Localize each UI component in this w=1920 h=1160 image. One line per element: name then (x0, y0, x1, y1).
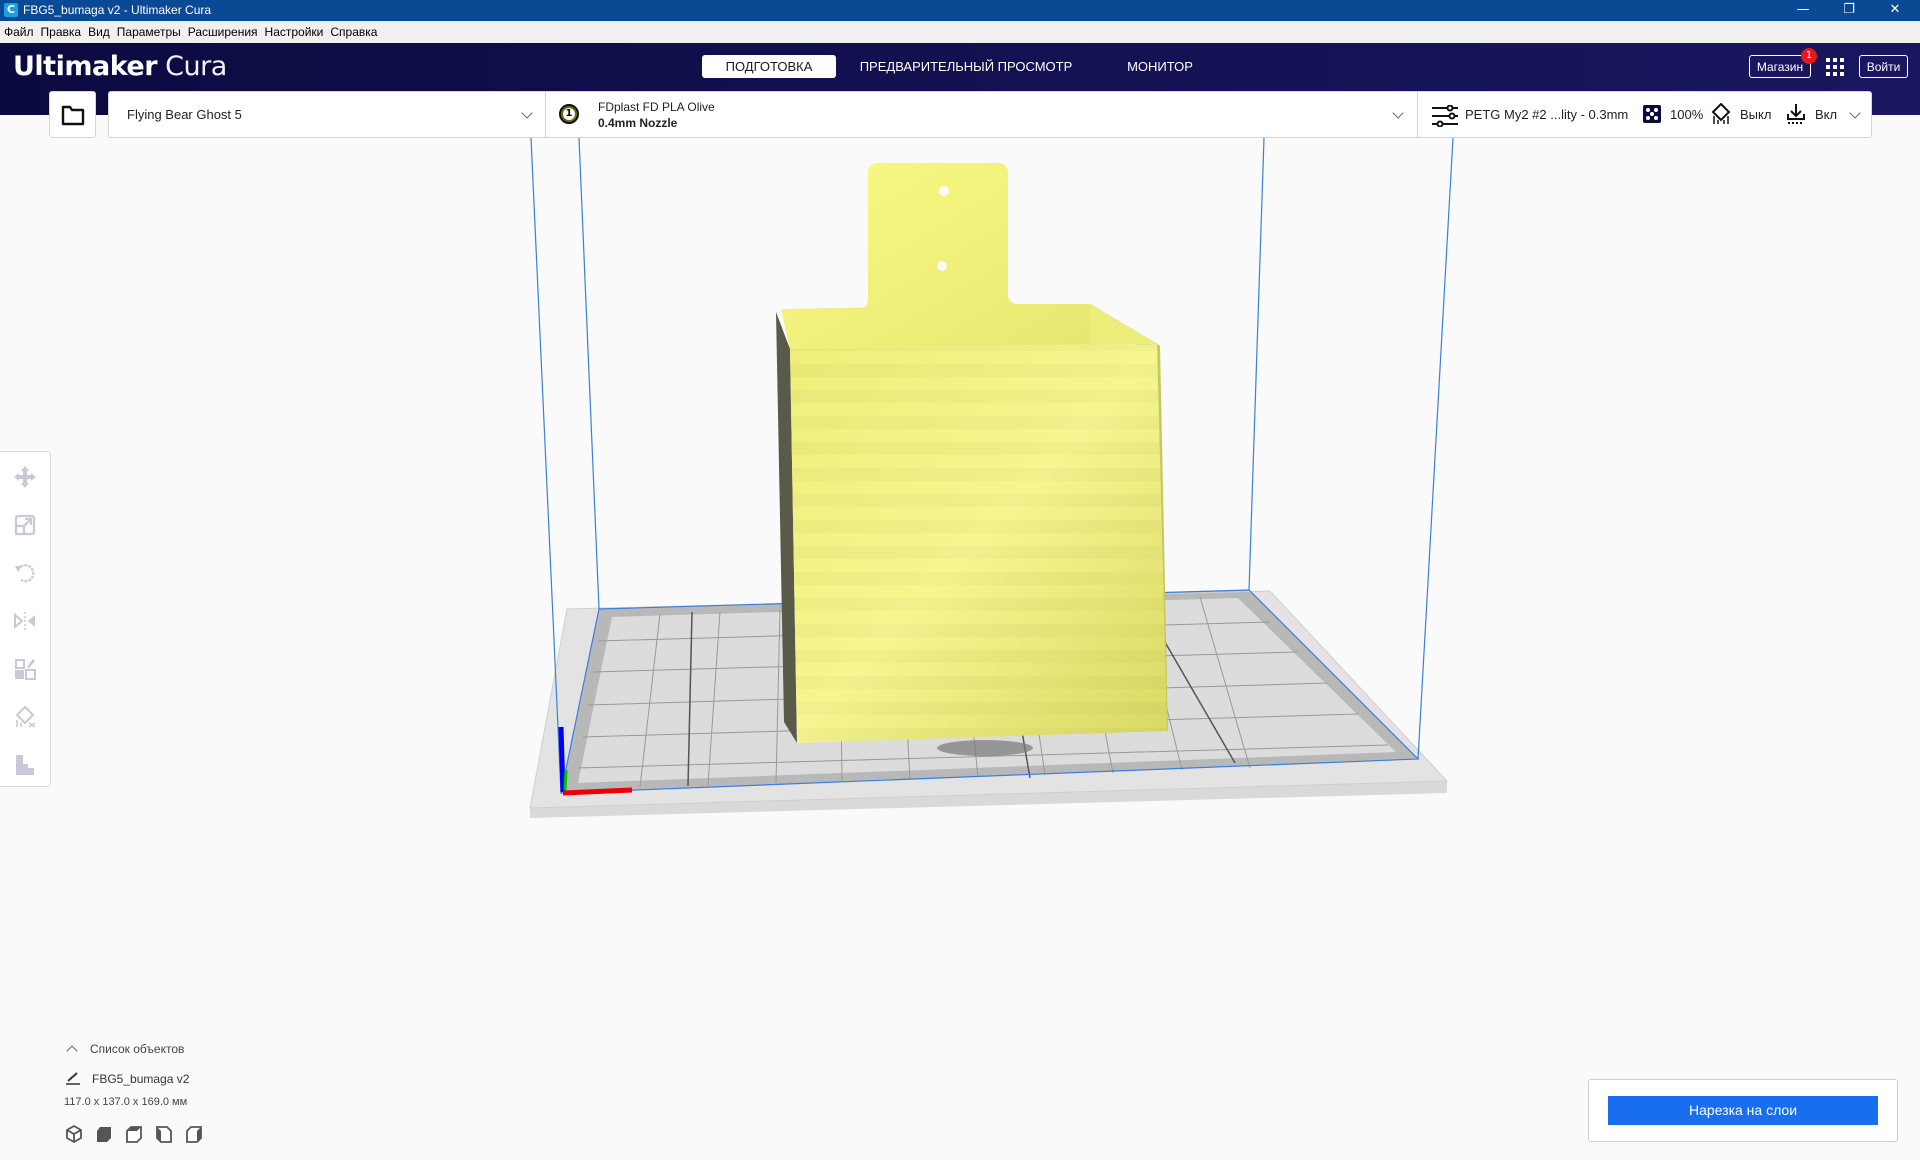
support-value: Выкл (1740, 107, 1772, 122)
infill-icon (1643, 105, 1661, 123)
3d-model[interactable] (776, 163, 1168, 743)
object-list-title: Список объектов (90, 1042, 185, 1056)
menu-bar: Файл Правка Вид Параметры Расширения Настройк… (0, 21, 1920, 43)
folder-icon (61, 105, 85, 126)
extruder-icon: 1 (559, 104, 579, 124)
lay-flat-button[interactable] (13, 753, 37, 777)
mirror-tool-button[interactable] (13, 609, 37, 633)
tab-prepare[interactable]: ПОДГОТОВКА (702, 55, 836, 78)
chevron-down-icon (1392, 107, 1404, 119)
3d-view-button[interactable] (64, 1124, 84, 1144)
window-title: FBG5_bumaga v2 - Ultimaker Cura (23, 3, 212, 17)
left-view-button[interactable] (154, 1124, 174, 1144)
object-name[interactable]: FBG5_bumaga v2 (92, 1072, 189, 1086)
object-dimensions: 117.0 x 137.0 x 169.0 мм (64, 1096, 188, 1108)
menu-settings[interactable]: Параметры (113, 21, 184, 39)
move-tool-button[interactable] (13, 465, 37, 489)
menu-edit[interactable]: Правка (37, 21, 85, 39)
slice-panel: Нарезка на слои (1588, 1079, 1898, 1142)
infill-value: 100% (1670, 107, 1704, 122)
logo-bold-text: Ultimaker (13, 51, 158, 82)
menu-preferences[interactable]: Настройки (261, 21, 327, 39)
marketplace-badge: 1 (1801, 48, 1817, 64)
printer-selector[interactable]: Flying Bear Ghost 5 (108, 91, 546, 138)
front-view-button[interactable] (94, 1124, 114, 1144)
close-icon: ✕ (1889, 2, 1901, 17)
camera-view-buttons (64, 1124, 214, 1144)
support-blocker-button[interactable] (13, 705, 37, 729)
right-view-button[interactable] (184, 1124, 204, 1144)
printer-name: Flying Bear Ghost 5 (127, 107, 242, 122)
minimize-button[interactable]: — (1780, 0, 1826, 21)
grid-icon (1826, 58, 1844, 76)
logo-light-text: Cura (165, 51, 227, 82)
rotate-tool-button[interactable] (13, 561, 37, 585)
3d-viewport[interactable] (0, 138, 1920, 1038)
extruder-material-selector[interactable]: 1 FDplast FD PLA Olive 0.4mm Nozzle (545, 91, 1418, 138)
chevron-down-icon (521, 107, 533, 119)
apps-grid-button[interactable] (1826, 58, 1844, 76)
adhesion-value: Вкл (1815, 107, 1838, 122)
chevron-up-icon (66, 1045, 78, 1057)
print-settings-selector[interactable]: PETG My2 #2 ...lity - 0.3mm 100% Выкл Вк… (1417, 91, 1872, 138)
chevron-down-icon (1849, 107, 1861, 119)
support-icon (1711, 103, 1731, 124)
ultimaker-cura-logo: Ultimaker Cura (13, 51, 227, 82)
minimize-icon: — (1796, 2, 1810, 17)
adhesion-icon (1787, 104, 1805, 124)
top-view-button[interactable] (124, 1124, 144, 1144)
scale-tool-button[interactable] (13, 513, 37, 537)
restore-button[interactable]: ❐ (1826, 0, 1872, 21)
window-title-bar: C FBG5_bumaga v2 - Ultimaker Cura — ❐ ✕ (0, 0, 1920, 21)
nozzle-size: 0.4mm Nozzle (598, 116, 678, 130)
close-button[interactable]: ✕ (1872, 0, 1918, 21)
profile-name: PETG My2 #2 ...lity - 0.3mm (1465, 107, 1629, 122)
plate-logo (937, 740, 1033, 756)
slice-button[interactable]: Нарезка на слои (1608, 1096, 1878, 1125)
menu-view[interactable]: Вид (84, 21, 113, 39)
per-model-settings-button[interactable] (13, 657, 37, 681)
tab-monitor[interactable]: МОНИТОР (1110, 55, 1210, 78)
sign-in-button[interactable]: Войти (1859, 55, 1908, 78)
menu-help[interactable]: Справка (326, 21, 380, 39)
menu-file[interactable]: Файл (0, 21, 37, 39)
cura-app-icon: C (4, 3, 18, 17)
tab-preview[interactable]: ПРЕДВАРИТЕЛЬНЫЙ ПРОСМОТР (856, 55, 1076, 78)
pencil-icon (66, 1072, 80, 1085)
tool-panel (0, 451, 51, 787)
sliders-icon (1432, 105, 1458, 127)
material-name: FDplast FD PLA Olive (598, 100, 715, 114)
open-file-button[interactable] (49, 91, 96, 138)
menu-extensions[interactable]: Расширения (184, 21, 261, 39)
restore-icon: ❐ (1843, 2, 1855, 17)
extruder-number: 1 (563, 108, 575, 120)
